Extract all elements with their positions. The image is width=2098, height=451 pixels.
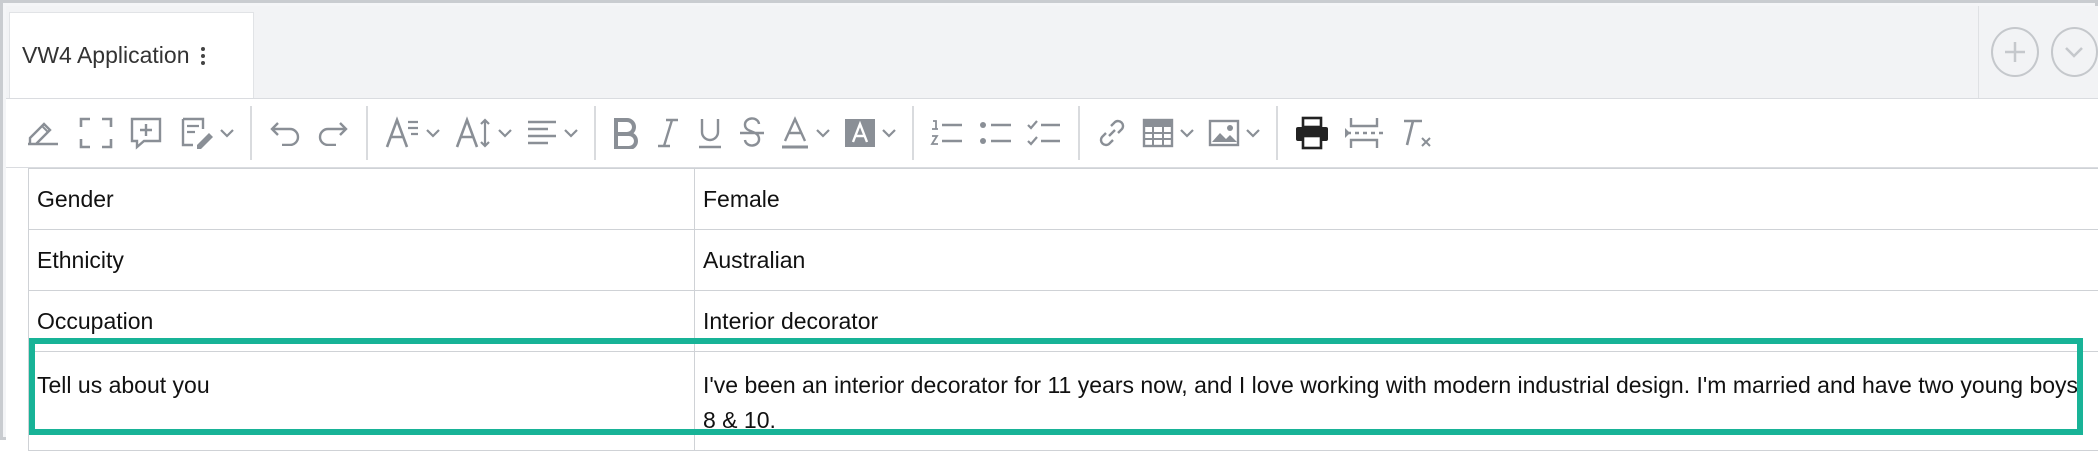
link-icon[interactable] [1096,110,1128,156]
redo-icon[interactable] [316,110,350,156]
toolbar-separator [594,106,596,160]
font-family-icon[interactable] [384,110,440,156]
row-label-gender[interactable]: Gender [29,169,695,230]
image-icon[interactable] [1208,110,1260,156]
highlight-color-icon[interactable] [844,110,896,156]
row-value-gender[interactable]: Female [695,169,2098,230]
todo-list-icon[interactable] [1026,110,1062,156]
bold-icon[interactable] [612,110,640,156]
more-options-icon[interactable] [201,47,205,65]
print-icon[interactable] [1294,110,1330,156]
row-value-ethnicity[interactable]: Australian [695,230,2098,291]
row-label-about[interactable]: Tell us about you [29,352,695,451]
fullscreen-icon[interactable] [78,110,114,156]
insert-comment-icon[interactable] [128,110,164,156]
row-label-ethnicity[interactable]: Ethnicity [29,230,695,291]
remove-format-icon[interactable] [1398,110,1434,156]
toolbar-separator [912,106,914,160]
app-window: VW4 Application [0,0,2098,440]
font-size-icon[interactable] [454,110,512,156]
details-table: Gender Female Ethnicity Australian Occup… [28,168,2098,451]
tab-title: VW4 Application [22,42,189,69]
tab-vw4-application[interactable]: VW4 Application [9,12,254,98]
strikethrough-icon[interactable] [738,110,766,156]
row-value-occupation[interactable]: Interior decorator [695,291,2098,352]
toolbar-separator [250,106,252,160]
tab-actions [1978,6,2098,98]
row-value-about[interactable]: I've been an interior decorator for 11 y… [695,352,2098,451]
table-row: Gender Female [29,169,2098,230]
chevron-down-circle-icon[interactable] [2051,27,2098,77]
page-break-icon[interactable] [1344,110,1384,156]
edit-fields-icon[interactable] [24,110,64,156]
row-label-occupation[interactable]: Occupation [29,291,695,352]
bulleted-list-icon[interactable] [978,110,1012,156]
editor-toolbar [6,98,2098,168]
table-icon[interactable] [1142,110,1194,156]
track-changes-icon[interactable] [178,110,234,156]
toolbar-separator [366,106,368,160]
table-row: Tell us about you I've been an interior … [29,352,2098,451]
plus-circle-icon[interactable] [1991,27,2039,77]
toolbar-separator [1276,106,1278,160]
italic-icon[interactable] [654,110,682,156]
font-color-icon[interactable] [780,110,830,156]
toolbar-separator [1078,106,1080,160]
undo-icon[interactable] [268,110,302,156]
numbered-list-icon[interactable] [930,110,964,156]
document-area[interactable]: Gender Female Ethnicity Australian Occup… [6,168,2098,440]
table-row: Occupation Interior decorator [29,291,2098,352]
alignment-icon[interactable] [526,110,578,156]
table-row: Ethnicity Australian [29,230,2098,291]
underline-icon[interactable] [696,110,724,156]
tab-bar: VW4 Application [6,6,2098,98]
